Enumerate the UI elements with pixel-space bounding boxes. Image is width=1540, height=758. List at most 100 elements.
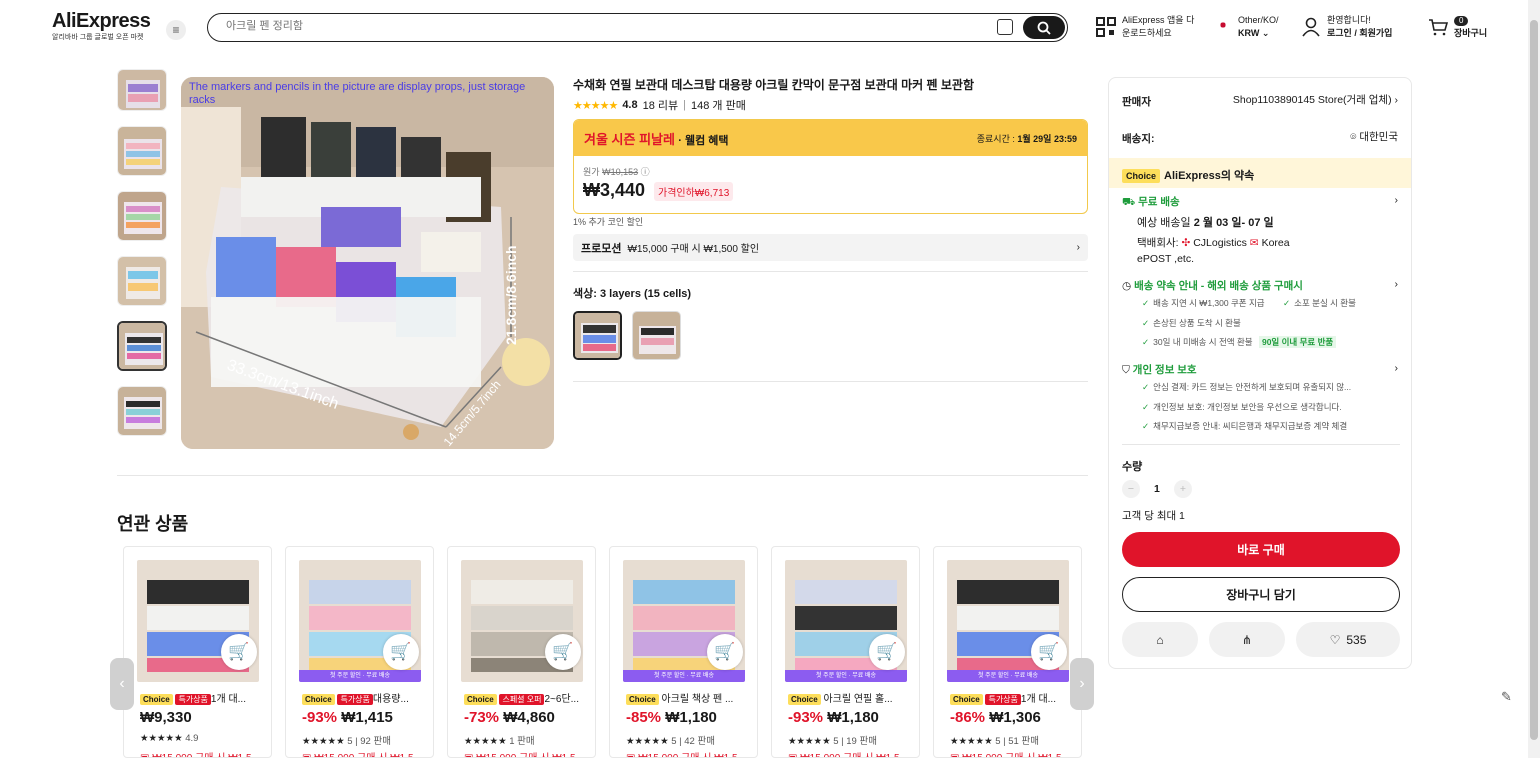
add-to-cart-button[interactable]: 장바구니 담기: [1122, 577, 1400, 612]
buy-now-button[interactable]: 바로 구매: [1122, 532, 1400, 567]
promotion-bar[interactable]: 프로모션 ₩15,000 구매 시 ₩1,500 할인 ›: [573, 234, 1088, 261]
quantity-value[interactable]: 1: [1154, 483, 1160, 495]
thumbnail-selected[interactable]: [117, 321, 167, 371]
epost-logo-icon: ✉: [1249, 237, 1259, 249]
ship-destination[interactable]: ⌾ 대한민국: [1350, 129, 1398, 144]
product-card-price-row: -93% ₩1,180: [788, 709, 879, 726]
thumbnail[interactable]: [117, 69, 167, 111]
share-button[interactable]: ⋔: [1209, 622, 1285, 657]
chevron-right-icon: ›: [1394, 94, 1399, 106]
add-to-cart-icon[interactable]: 🛒: [1031, 634, 1067, 670]
app-download[interactable]: AliExpress 앱을 다 운로드하세요: [1096, 14, 1194, 40]
promo-box: 겨울 시즌 피날레 · 웰컴 혜택 종료시간 : 1월 29일 23:59 원가…: [573, 119, 1088, 214]
scrollbar[interactable]: [1528, 0, 1540, 758]
free-shipping-row[interactable]: ⛟ 무료 배송: [1122, 194, 1180, 210]
scrollbar-thumb[interactable]: [1530, 20, 1538, 740]
carrier1: CJLogistics: [1193, 237, 1247, 249]
chevron-right-icon[interactable]: ›: [1395, 278, 1399, 290]
special-badge: 특가상품: [985, 694, 1021, 705]
discount-percent: -73%: [464, 709, 500, 726]
wishlist-button[interactable]: ♡ 535: [1296, 622, 1400, 657]
product-card-price: ₩1,180: [827, 709, 879, 726]
search-button[interactable]: [1023, 16, 1065, 39]
image-search-icon[interactable]: [997, 19, 1013, 35]
privacy-item: ✓ 안심 결제: 카드 정보는 안전하게 보호되며 유출되지 않...: [1142, 381, 1351, 393]
thumbnail-list: [117, 69, 169, 451]
product-card-name: 1개 대...: [1020, 694, 1056, 705]
divider: [1122, 444, 1400, 445]
cart-button[interactable]: 0 장바구니: [1428, 14, 1487, 40]
color-swatch-selected[interactable]: [573, 311, 622, 360]
privacy-row[interactable]: ⛉ 개인 정보 보호: [1122, 362, 1197, 377]
carousel-next-button[interactable]: ›: [1070, 658, 1094, 710]
choice-badge: Choice: [140, 694, 173, 705]
add-to-cart-icon[interactable]: 🛒: [707, 634, 743, 670]
rating-value: 4.8: [622, 99, 638, 111]
search-bar: [207, 13, 1068, 42]
product-card-coupon: ▣ ₩15,000 구매 시 ₩1,5: [464, 749, 576, 757]
product-card[interactable]: 첫 주문 할인 · 무료 배송 🛒 Choice 아크릴 연필 홀... -93% ₩…: [771, 546, 920, 758]
product-card-reviews: ★★★★★ 1 판매: [464, 733, 535, 747]
coupon-text: ₩15,000 구매 시 ₩1,5: [800, 753, 899, 757]
review-count[interactable]: 18 리뷰: [643, 97, 679, 113]
thumbnail[interactable]: [117, 126, 167, 176]
product-card-coupon: ▣ ₩15,000 구매 시 ₩1,5: [626, 749, 738, 757]
seller-link[interactable]: Shop1103890145 Store(거래 업체) ›: [1233, 92, 1398, 107]
product-card-reviews: ★★★★★ 5 | 51 판매: [950, 733, 1039, 747]
product-card-name: 1개 대...: [210, 694, 246, 705]
check-icon: ✓: [1142, 382, 1150, 392]
account-menu[interactable]: 환영합니다! 로그인 / 회원가입: [1302, 14, 1392, 40]
product-card[interactable]: 첫 주문 할인 · 무료 배송 🛒 Choice 아크릴 책상 펜 ... -85% …: [609, 546, 758, 758]
promotion-label: 프로모션: [581, 242, 622, 255]
thumbnail[interactable]: [117, 191, 167, 241]
product-card-price-row: ₩9,330: [140, 709, 192, 726]
chevron-left-icon: ‹: [119, 675, 125, 692]
aliexpress-logo[interactable]: AliExpress 알리바바 그룹 글로벌 오픈 마켓: [52, 10, 151, 42]
promo-subtitle: · 웰컴 혜택: [678, 134, 729, 147]
add-to-cart-icon[interactable]: 🛒: [221, 634, 257, 670]
welcome-text: 환영합니다!: [1327, 15, 1371, 25]
color-swatch[interactable]: [632, 311, 681, 360]
choice-badge: Choice: [1122, 169, 1161, 183]
product-card-tags: Choice 특가상품 1개 대...: [140, 690, 260, 705]
menu-icon[interactable]: ≡: [166, 20, 186, 40]
region-selector[interactable]: Other/KO/ KRW ⌄: [1216, 14, 1279, 40]
main-product-image[interactable]: 33.3cm/13.1inch 21.8cm/8.6inch 14.5cm/5.…: [181, 77, 554, 449]
login-link[interactable]: 로그인 / 회원가입: [1327, 27, 1392, 40]
discount-percent: -86%: [950, 709, 986, 726]
guarantee-row[interactable]: ◷ 배송 약속 안내 - 해외 배송 상품 구매시: [1122, 278, 1303, 293]
product-card-name: 아크릴 연필 홀...: [823, 694, 893, 705]
guarantee-text: 배송 지연 시 ₩1,300 쿠폰 지급: [1153, 298, 1265, 308]
region-line1: Other/KO/: [1238, 15, 1279, 25]
product-card-price-row: -86% ₩1,306: [950, 709, 1041, 726]
thumbnail[interactable]: [117, 386, 167, 436]
product-card[interactable]: 첫 주문 할인 · 무료 배송 🛒 Choice 특가상품 대용량... -93% ₩1…: [285, 546, 434, 758]
quantity-decrease-button[interactable]: −: [1122, 480, 1140, 498]
add-to-cart-icon[interactable]: 🛒: [383, 634, 419, 670]
info-icon[interactable]: ⓘ: [641, 167, 650, 177]
product-card[interactable]: 🛒 Choice 스페셜 오퍼 2~6단... -73% ₩4,860 ★★★★★ 1 …: [447, 546, 596, 758]
rating-row: ★★★★★ 4.8 18 리뷰 | 148 개 판매: [573, 97, 746, 113]
guarantee-text: 소포 분실 시 환불: [1294, 298, 1356, 308]
check-icon: ✓: [1142, 337, 1150, 347]
divider: [573, 381, 1088, 382]
product-card[interactable]: 🛒 Choice 특가상품1개 대... ₩9,330 ★★★★★ 4.9 ▣ ₩15…: [123, 546, 272, 758]
cart-label: 장바구니: [1454, 28, 1488, 38]
add-to-cart-icon[interactable]: 🛒: [545, 634, 581, 670]
quantity-increase-button[interactable]: +: [1174, 480, 1192, 498]
chevron-right-icon[interactable]: ›: [1395, 362, 1399, 374]
product-card-tags: Choice 아크릴 연필 홀...: [788, 690, 908, 705]
search-input[interactable]: [226, 20, 926, 32]
promotion-text: ₩15,000 구매 시 ₩1,500 할인: [627, 244, 760, 255]
thumbnail[interactable]: [117, 256, 167, 306]
carousel-prev-button[interactable]: ‹: [110, 658, 134, 710]
edit-icon[interactable]: ✎: [1501, 689, 1512, 705]
chevron-right-icon[interactable]: ›: [1395, 194, 1399, 206]
store-button[interactable]: ⌂: [1122, 622, 1198, 657]
add-to-cart-icon[interactable]: 🛒: [869, 634, 905, 670]
promo-strip: 첫 주문 할인 · 무료 배송: [299, 670, 421, 682]
promo-strip: 첫 주문 할인 · 무료 배송: [623, 670, 745, 682]
check-icon: ✓: [1142, 318, 1150, 328]
product-card[interactable]: 첫 주문 할인 · 무료 배송 🛒 Choice 특가상품 1개 대... -86% ₩…: [933, 546, 1082, 758]
chevron-right-icon: ›: [1076, 242, 1080, 253]
